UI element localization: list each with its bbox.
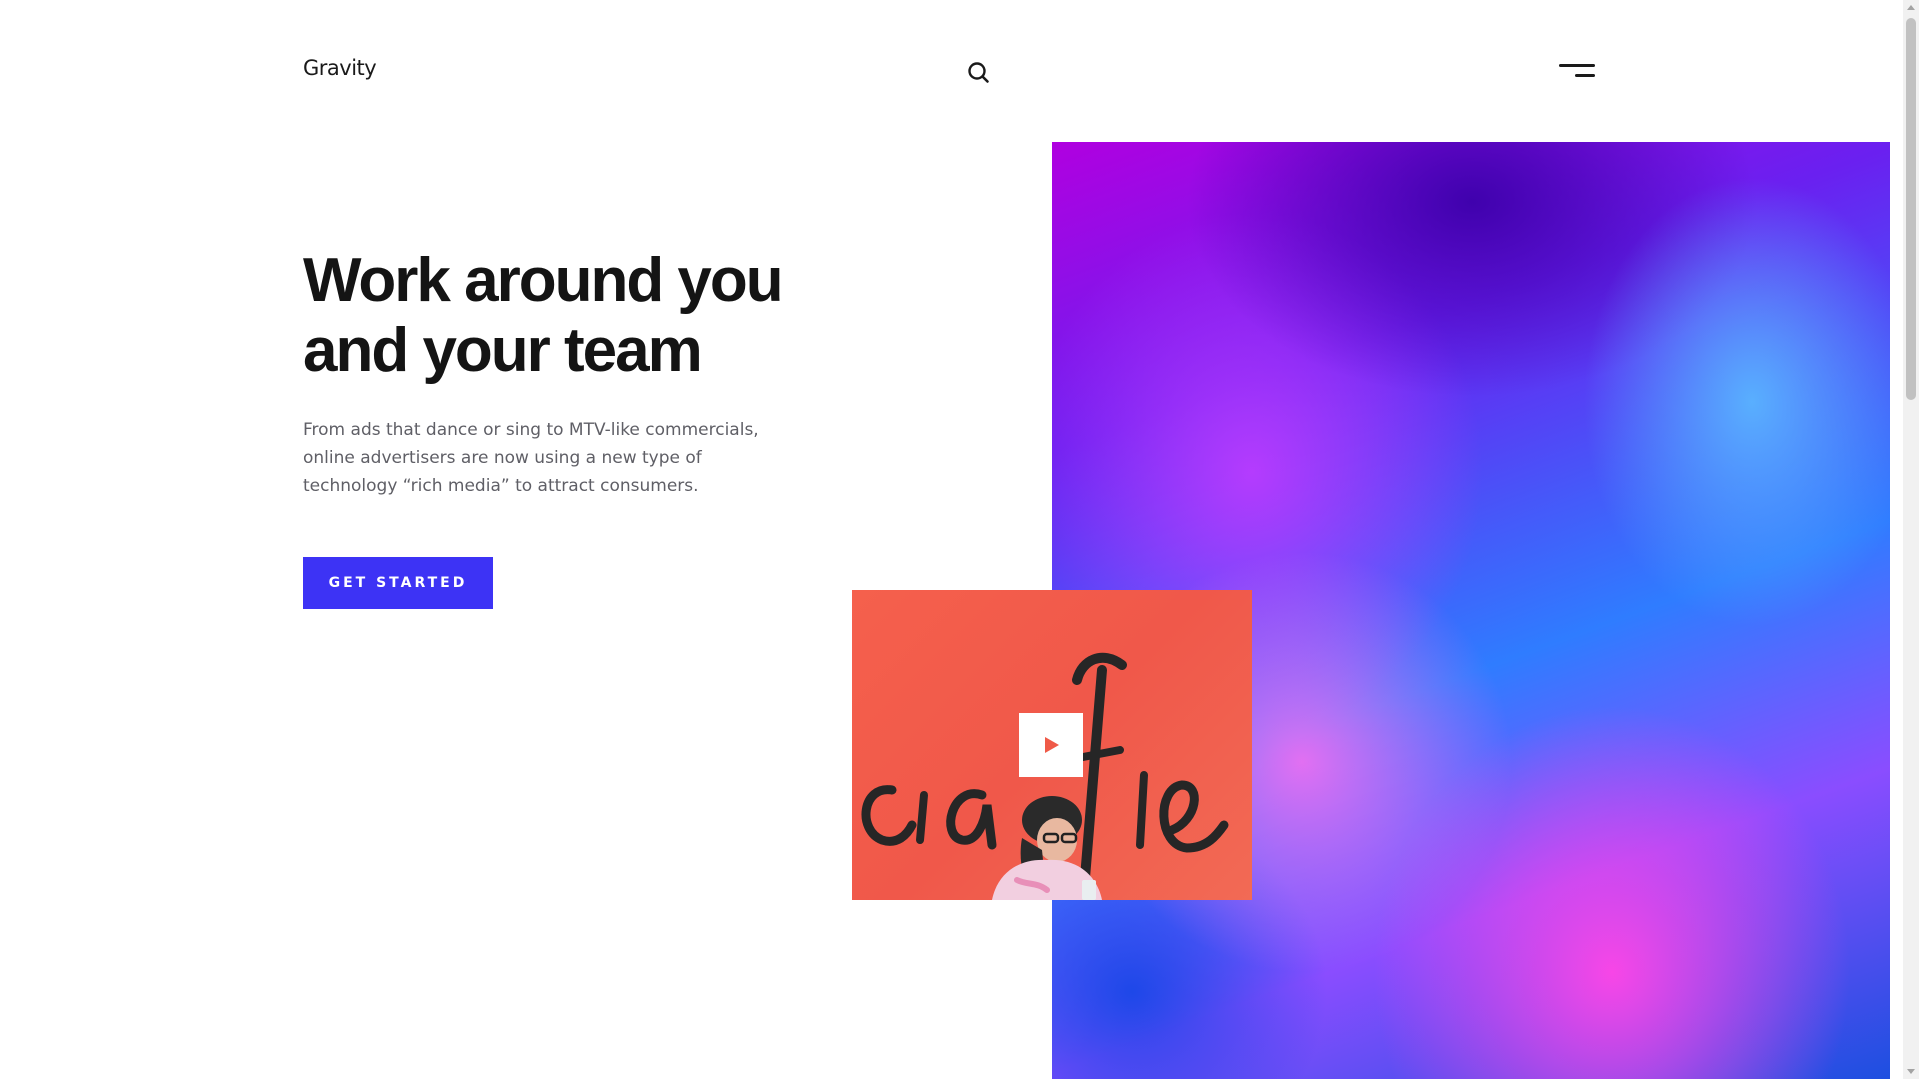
hero-description: From ads that dance or sing to MTV-like …: [303, 420, 759, 496]
scroll-up-arrow-icon[interactable]: [1907, 5, 1915, 10]
brand-logo[interactable]: Gravity: [303, 56, 377, 80]
hero-title-line-2: and your team: [303, 316, 703, 385]
video-thumbnail[interactable]: [852, 590, 1252, 900]
search-icon: [968, 62, 989, 83]
scroll-down-arrow-icon[interactable]: [1907, 1069, 1915, 1074]
search-button[interactable]: [966, 60, 992, 86]
play-icon: [1045, 737, 1059, 753]
get-started-button[interactable]: GET STARTED: [303, 557, 493, 609]
menu-button[interactable]: [1559, 63, 1595, 81]
hero-title-line-1: Work around you: [303, 246, 784, 315]
hamburger-menu-icon-line: [1575, 74, 1595, 77]
play-button[interactable]: [1019, 713, 1083, 777]
hamburger-menu-icon: [1559, 64, 1595, 67]
hero-title: Work around you and your team: [303, 246, 863, 386]
page-scrollbar[interactable]: [1903, 0, 1919, 1079]
scrollbar-thumb[interactable]: [1906, 18, 1916, 400]
